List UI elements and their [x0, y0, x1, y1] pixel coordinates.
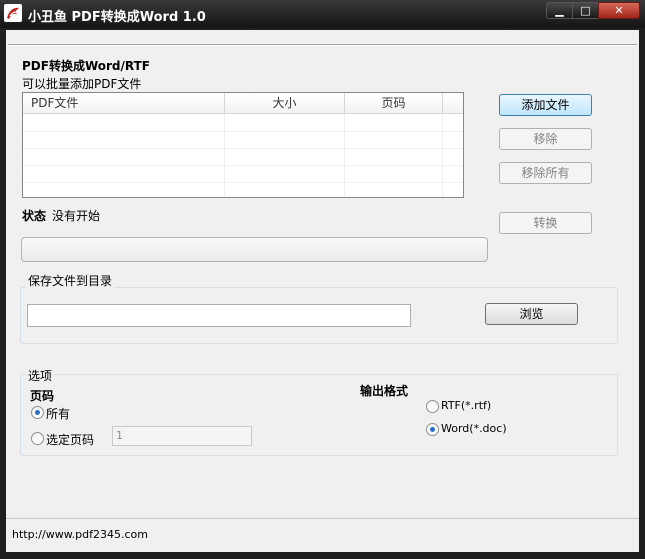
section-subheading: 可以批量添加PDF文件 — [22, 77, 142, 91]
status-value: 没有开始 — [52, 209, 101, 223]
page-range-input[interactable]: 1 — [112, 426, 252, 446]
output-format-label: 输出格式 — [360, 384, 409, 398]
word-format-radio[interactable] — [426, 423, 439, 436]
conversion-progress-bar — [21, 237, 488, 262]
window-title: 小丑鱼 PDF转换成Word 1.0 — [28, 10, 206, 25]
column-header-filler — [443, 93, 463, 114]
title-bar[interactable]: 小丑鱼 PDF转换成Word 1.0 ▁ □ ✕ — [0, 0, 645, 28]
all-pages-radio[interactable] — [31, 406, 44, 419]
section-heading: PDF转换成Word/RTF — [22, 59, 150, 73]
row-gridline — [23, 131, 463, 132]
column-header-pdf-file[interactable]: PDF文件 — [23, 93, 225, 114]
row-gridline — [23, 182, 463, 183]
all-pages-label[interactable]: 所有 — [46, 405, 70, 422]
footer-divider — [6, 518, 639, 519]
website-link[interactable]: http://www.pdf2345.com — [12, 528, 148, 541]
selected-pages-radio[interactable] — [31, 432, 44, 445]
app-window: 小丑鱼 PDF转换成Word 1.0 ▁ □ ✕ PDF转换成Word/RTF … — [0, 0, 645, 559]
options-group — [20, 374, 618, 456]
divider-highlight — [8, 45, 637, 46]
rtf-format-radio[interactable] — [426, 400, 439, 413]
output-directory-group-title: 保存文件到目录 — [26, 272, 115, 289]
pages-label: 页码 — [30, 389, 55, 403]
selected-pages-label[interactable]: 选定页码 — [46, 431, 94, 448]
word-format-label[interactable]: Word(*.doc) — [441, 422, 507, 435]
minimize-button[interactable]: ▁ — [546, 2, 573, 19]
row-gridline — [23, 148, 463, 149]
column-gridline — [224, 114, 225, 197]
clownfish-logo-icon — [4, 4, 22, 22]
remove-button[interactable]: 移除 — [499, 128, 592, 150]
convert-button[interactable]: 转换 — [499, 212, 592, 234]
status-label: 状态 — [22, 209, 47, 223]
options-group-title: 选项 — [26, 367, 55, 384]
remove-all-button[interactable]: 移除所有 — [499, 162, 592, 184]
column-gridline — [442, 114, 443, 197]
output-directory-input[interactable] — [27, 304, 411, 327]
client-area: PDF转换成Word/RTF 可以批量添加PDF文件 PDF文件 大小 页码 添… — [6, 30, 639, 552]
column-header-size[interactable]: 大小 — [225, 93, 345, 114]
close-button[interactable]: ✕ — [598, 2, 640, 19]
rtf-format-label[interactable]: RTF(*.rtf) — [441, 399, 491, 412]
add-file-button[interactable]: 添加文件 — [499, 94, 592, 116]
row-gridline — [23, 165, 463, 166]
browse-button[interactable]: 浏览 — [485, 303, 578, 325]
column-header-pages[interactable]: 页码 — [345, 93, 443, 114]
column-gridline — [344, 114, 345, 197]
pdf-file-list[interactable]: PDF文件 大小 页码 — [22, 92, 464, 198]
maximize-button[interactable]: □ — [572, 2, 599, 19]
